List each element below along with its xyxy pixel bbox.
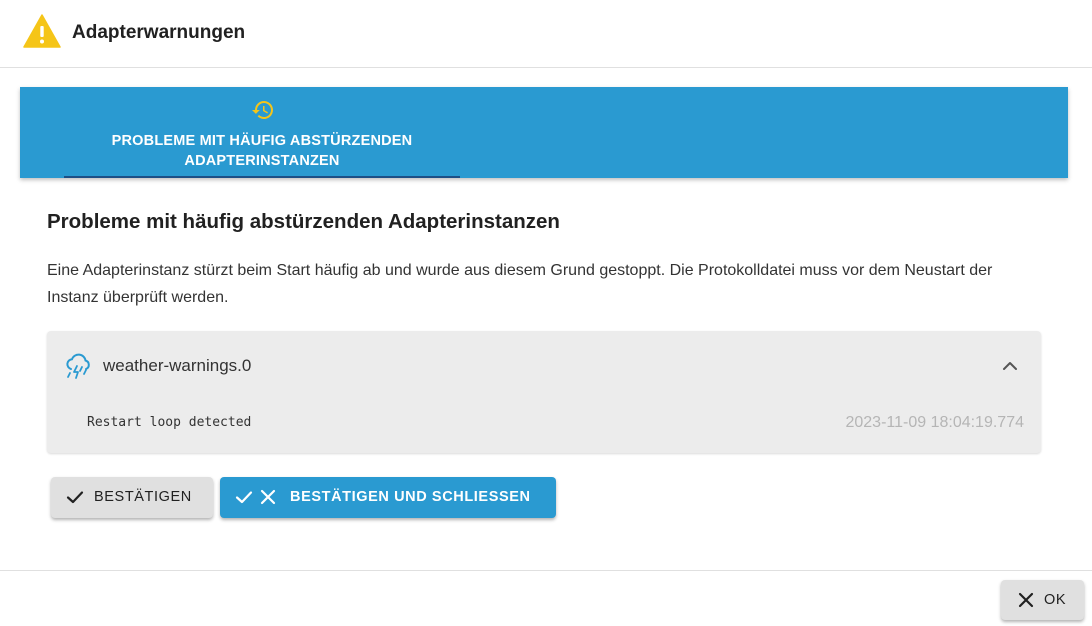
section-title: Probleme mit häufig abstürzenden Adapter… (47, 210, 560, 233)
footer-divider (0, 570, 1092, 571)
confirm-and-close-button[interactable]: BESTÄTIGEN UND SCHLIESSEN (220, 477, 556, 518)
restart-history-icon (252, 101, 273, 119)
tab-bar: PROBLEME MIT HÄUFIG ABSTÜRZENDEN ADAPTER… (20, 87, 1068, 178)
confirm-button-label: BESTÄTIGEN (94, 489, 192, 505)
ok-button-label: OK (1044, 592, 1067, 608)
close-icon (1018, 592, 1034, 608)
weather-cloud-icon (66, 353, 90, 379)
confirm-and-close-button-label: BESTÄTIGEN UND SCHLIESSEN (290, 489, 531, 505)
tab-label: PROBLEME MIT HÄUFIG ABSTÜRZENDEN ADAPTER… (111, 133, 413, 169)
instance-message: Restart loop detected (87, 415, 252, 430)
close-icon (260, 489, 276, 505)
tab-crashing-adapter-instances[interactable]: PROBLEME MIT HÄUFIG ABSTÜRZENDEN ADAPTER… (64, 87, 460, 178)
dialog-title: Adapterwarnungen (72, 22, 246, 43)
tab-selected-indicator (64, 176, 460, 178)
instance-accordion: weather-warnings.0 Restart loop detected… (47, 331, 1041, 453)
check-icon (66, 491, 84, 504)
dialog-header: Adapterwarnungen (0, 0, 1092, 68)
instance-timestamp: 2023-11-09 18:04:19.774 (845, 414, 1024, 431)
confirm-button[interactable]: BESTÄTIGEN (51, 477, 213, 518)
chevron-up-icon[interactable] (999, 355, 1021, 377)
section-description: Eine Adapterinstanz stürzt beim Start hä… (47, 262, 993, 306)
warning-icon (23, 14, 61, 48)
instance-name: weather-warnings.0 (103, 356, 252, 375)
ok-button[interactable]: OK (1001, 580, 1084, 620)
check-icon (235, 491, 253, 504)
adapter-warnings-dialog: Adapterwarnungen PROBLEME MIT HÄUFIG ABS… (0, 0, 1092, 626)
